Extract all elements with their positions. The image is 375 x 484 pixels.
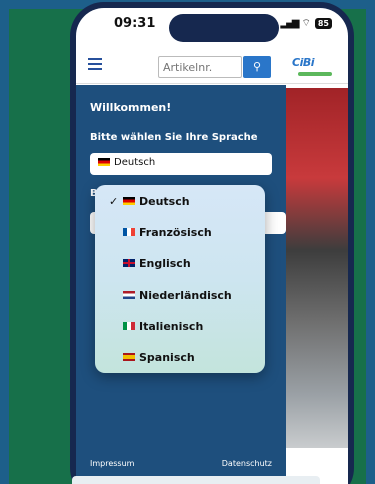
dynamic-island: [169, 14, 279, 42]
battery-icon: 85: [314, 18, 332, 29]
sidebar-footer: Impressum Datenschutz: [90, 459, 272, 468]
impressum-link[interactable]: Impressum: [90, 459, 134, 468]
flag-italy-icon: [123, 322, 135, 330]
language-select-value: Deutsch: [114, 157, 156, 168]
app-header: ⚲ CiBi: [76, 48, 348, 84]
search-button[interactable]: ⚲: [243, 56, 271, 78]
flag-germany-icon: [123, 197, 135, 205]
checkmark-icon: ✓: [109, 194, 119, 208]
language-option-spanisch[interactable]: Spanisch: [95, 342, 265, 372]
welcome-heading: Willkommen!: [90, 101, 172, 114]
language-dropdown: ✓ Deutsch Französisch Englisch Niederlän…: [95, 185, 265, 373]
brand-logo[interactable]: CiBi: [292, 56, 315, 69]
language-option-englisch[interactable]: Englisch: [95, 248, 265, 278]
option-label: Französisch: [139, 225, 212, 239]
system-icons: ▂▄▆ ⌔ 85: [280, 17, 332, 30]
bottom-bar: [72, 476, 320, 484]
status-time: 09:31: [114, 16, 156, 31]
language-option-italienisch[interactable]: Italienisch: [95, 311, 265, 341]
language-option-franzoesisch[interactable]: Französisch: [95, 217, 265, 247]
datenschutz-link[interactable]: Datenschutz: [222, 459, 272, 468]
signal-icon: ▂▄▆: [280, 18, 299, 29]
flag-uk-icon: [123, 259, 135, 267]
logo-underline: [298, 72, 332, 76]
flag-netherlands-icon: [123, 291, 135, 299]
language-label: Bitte wählen Sie Ihre Sprache: [90, 132, 258, 143]
language-option-niederlaendisch[interactable]: Niederländisch: [95, 280, 265, 310]
option-label: Italienisch: [139, 319, 204, 333]
option-label: Englisch: [139, 256, 191, 270]
option-label: Deutsch: [139, 194, 190, 208]
status-bar: 09:31 ▂▄▆ ⌔ 85: [76, 8, 348, 46]
option-label: Niederländisch: [139, 288, 232, 302]
flag-france-icon: [123, 228, 135, 236]
flag-spain-icon: [123, 353, 135, 361]
article-search-input[interactable]: [158, 56, 242, 78]
background-photo: [280, 88, 348, 448]
language-select[interactable]: Deutsch: [90, 153, 272, 175]
hamburger-menu-icon[interactable]: [88, 58, 102, 70]
language-option-deutsch[interactable]: ✓ Deutsch: [95, 186, 265, 216]
wifi-icon: ⌔: [301, 18, 311, 29]
option-label: Spanisch: [139, 350, 195, 364]
search-icon: ⚲: [252, 60, 262, 73]
flag-germany-icon: [98, 158, 110, 166]
